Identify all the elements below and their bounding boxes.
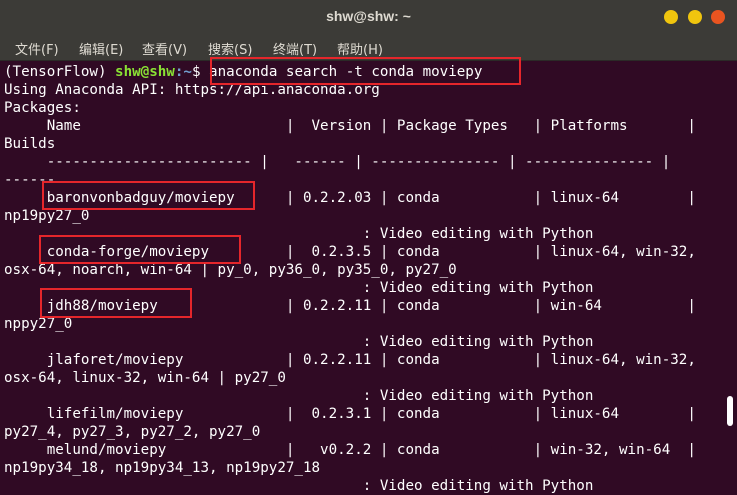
menu-edit[interactable]: 编辑(E) bbox=[79, 39, 123, 58]
terminal-scrollbar[interactable] bbox=[725, 61, 737, 495]
close-button[interactable] bbox=[711, 10, 725, 24]
output-line: : Video editing with Python bbox=[4, 334, 594, 350]
output-line: jlaforet/moviepy | 0.2.2.11 | conda | li… bbox=[4, 352, 696, 368]
maximize-button[interactable] bbox=[688, 10, 702, 24]
menu-terminal[interactable]: 终端(T) bbox=[273, 39, 317, 58]
menu-file[interactable]: 文件(F) bbox=[15, 39, 59, 58]
output-line: lifefilm/moviepy | 0.2.3.1 | conda | lin… bbox=[4, 406, 696, 422]
output-line: osx-64, linux-32, win-64 | py27_0 bbox=[4, 370, 286, 386]
baronvonbadguy-highlight-box bbox=[42, 181, 255, 210]
output-line: np19py34_18, np19py34_13, np19py27_18 bbox=[4, 460, 321, 476]
menu-search[interactable]: 搜索(S) bbox=[208, 39, 252, 58]
command-highlight-box bbox=[210, 57, 521, 85]
jdh88-highlight-box bbox=[40, 288, 192, 318]
output-line: Builds bbox=[4, 136, 56, 152]
prompt-env: (TensorFlow) bbox=[4, 64, 116, 80]
output-line: py27_4, py27_3, py27_2, py27_0 bbox=[4, 424, 261, 440]
output-line: Packages: bbox=[4, 100, 81, 116]
minimize-button[interactable] bbox=[664, 10, 678, 24]
menu-help[interactable]: 帮助(H) bbox=[337, 39, 383, 58]
title-bar: shw@shw: ~ bbox=[0, 0, 737, 34]
output-line: : Video editing with Python bbox=[4, 478, 594, 494]
window-title: shw@shw: ~ bbox=[326, 8, 411, 24]
menu-view[interactable]: 查看(V) bbox=[142, 39, 187, 58]
prompt-symbol: $ bbox=[191, 64, 210, 80]
output-line: Name | Version | Package Types | Platfor… bbox=[4, 118, 696, 134]
output-line: melund/moviepy | v0.2.2 | conda | win-32… bbox=[4, 442, 696, 458]
prompt-path: :~ bbox=[174, 64, 192, 80]
conda-forge-highlight-box bbox=[39, 235, 241, 264]
output-line: ------------------------ | ------ | ----… bbox=[4, 154, 671, 170]
scrollbar-thumb[interactable] bbox=[727, 396, 733, 426]
prompt-user: shw@shw bbox=[115, 64, 175, 80]
output-line: : Video editing with Python bbox=[4, 388, 594, 404]
terminal-output[interactable]: (TensorFlow) shw@shw:~$ anaconda search … bbox=[0, 61, 737, 495]
